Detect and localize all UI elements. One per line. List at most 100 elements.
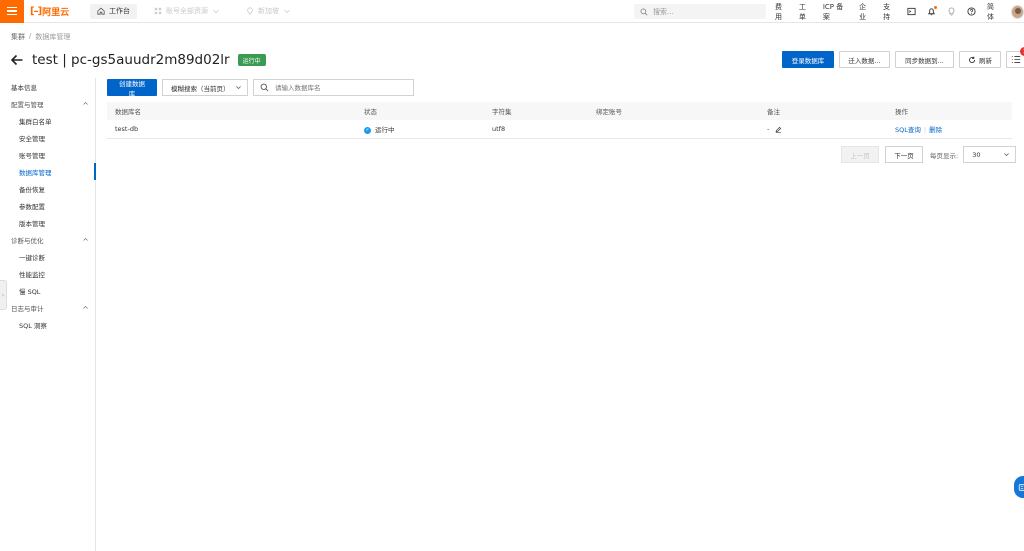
sidebar-item-databases[interactable]: 数据库管理 xyxy=(0,163,96,180)
nav-all-resources-label: 账号全部资源 xyxy=(166,7,208,15)
sidebar-item-monitoring[interactable]: 性能监控 xyxy=(0,265,95,282)
back-arrow-icon[interactable] xyxy=(10,53,24,67)
sql-query-link[interactable]: SQL查询 xyxy=(895,126,921,134)
sidebar-group-logs[interactable]: 日志与审计 xyxy=(0,299,95,316)
sidebar-item-parameters[interactable]: 参数配置 xyxy=(0,197,95,214)
breadcrumb: 集群 / 数据库管理 xyxy=(11,32,70,42)
task-count-badge: 1 xyxy=(1020,47,1024,56)
sidebar-collapse-handle[interactable]: › xyxy=(0,280,7,310)
nav-workbench[interactable]: 工作台 xyxy=(90,3,137,19)
chevron-down-icon xyxy=(284,9,290,14)
db-name: test-db xyxy=(115,125,139,133)
breadcrumb-cluster[interactable]: 集群 xyxy=(11,32,25,42)
sidebar-group-label: 配置与管理 xyxy=(11,100,44,109)
link-enterprise[interactable]: 企业 xyxy=(859,2,872,22)
sidebar-item-label: 慢 SQL xyxy=(19,287,41,296)
logo-text: 阿里云 xyxy=(42,7,70,18)
check-circle-icon: ✓ xyxy=(364,126,371,134)
column-header-status: 状态 xyxy=(364,108,377,116)
sidebar-item-label: 性能监控 xyxy=(19,270,45,279)
chevron-up-icon xyxy=(83,101,88,105)
grid-icon xyxy=(154,7,162,15)
edit-icon[interactable] xyxy=(775,126,782,133)
nav-all-resources[interactable]: 账号全部资源 xyxy=(147,4,227,19)
page-size-value: 30 xyxy=(972,150,981,159)
sidebar-item-security[interactable]: 安全管理 xyxy=(0,129,95,146)
global-search-input[interactable]: 搜索... xyxy=(634,4,766,19)
delete-link[interactable]: 删除 xyxy=(929,126,942,134)
action-divider: | xyxy=(923,126,927,134)
sidebar-item-label: 基本信息 xyxy=(11,83,37,92)
sidebar-item-accounts[interactable]: 账号管理 xyxy=(0,146,95,163)
pagination: 上一页 下一页 每页显示: 30 xyxy=(841,146,1017,163)
link-icp[interactable]: ICP 备案 xyxy=(823,2,848,22)
sidebar-group-config[interactable]: 配置与管理 xyxy=(0,95,95,112)
sidebar-item-sql-insight[interactable]: SQL 洞察 xyxy=(0,316,95,333)
nav-region[interactable]: 新加坡 xyxy=(239,4,298,19)
column-header-name: 数据库名 xyxy=(115,108,141,116)
sidebar-item-label: 账号管理 xyxy=(19,151,45,160)
import-data-button[interactable]: 迁入数据... xyxy=(839,51,890,68)
db-status-label: 运行中 xyxy=(375,126,395,134)
prev-page-button[interactable]: 上一页 xyxy=(841,146,879,163)
column-header-remark: 备注 xyxy=(767,108,780,116)
table-row: test-db ✓ 运行中 utf8 - SQL查询 | 删除 xyxy=(107,120,1012,139)
task-list-icon xyxy=(1011,56,1021,63)
sidebar-item-basic-info[interactable]: 基本信息 xyxy=(0,78,95,95)
notification-dot xyxy=(933,6,937,9)
db-remark-value: - xyxy=(767,125,770,133)
breadcrumb-current: 数据库管理 xyxy=(35,33,71,41)
user-avatar[interactable] xyxy=(1010,4,1024,19)
tasks-button[interactable]: 1 xyxy=(1006,47,1024,68)
next-page-button[interactable]: 下一页 xyxy=(885,146,923,163)
refresh-button[interactable]: 刷新 xyxy=(959,51,1001,68)
sidebar-group-diagnosis[interactable]: 诊断与优化 xyxy=(0,231,95,248)
language-switch[interactable]: 简体 xyxy=(987,2,1000,22)
search-mode-select[interactable]: 模糊搜索（当前页） xyxy=(162,79,248,96)
page-size-label: 每页显示: xyxy=(930,151,959,160)
login-database-button[interactable]: 登录数据库 xyxy=(782,51,834,68)
db-remark: - xyxy=(767,125,895,133)
sidebar-item-label: 版本管理 xyxy=(19,219,45,228)
sidebar-group-label: 日志与审计 xyxy=(11,304,44,313)
menu-icon[interactable] xyxy=(0,0,24,23)
chevron-down-icon xyxy=(213,9,219,14)
link-billing[interactable]: 费用 xyxy=(775,2,788,22)
column-header-actions: 操作 xyxy=(895,108,908,116)
sidebar-item-label: 一键诊断 xyxy=(19,253,45,262)
link-tickets[interactable]: 工单 xyxy=(799,2,812,22)
link-support[interactable]: 支持 xyxy=(883,2,896,22)
sidebar-item-version[interactable]: 版本管理 xyxy=(0,214,95,231)
search-icon xyxy=(640,8,648,16)
refresh-label: 刷新 xyxy=(979,56,992,65)
sidebar-item-label: 集群白名单 xyxy=(19,117,52,126)
create-database-button[interactable]: 创建数据库 xyxy=(107,79,157,98)
floating-assistant-button[interactable] xyxy=(1014,476,1024,498)
chevron-down-icon xyxy=(236,86,241,90)
database-search-input[interactable] xyxy=(275,83,405,92)
location-icon xyxy=(247,7,253,15)
search-mode-value: 模糊搜索（当前页） xyxy=(171,84,230,93)
aliyun-logo[interactable]: [–] 阿里云 xyxy=(30,5,84,18)
bell-icon[interactable] xyxy=(927,6,937,16)
page-size-select[interactable]: 30 xyxy=(963,146,1017,163)
nav-region-label: 新加坡 xyxy=(258,7,279,15)
sidebar-item-label: 参数配置 xyxy=(19,202,45,211)
sync-data-button[interactable]: 同步数据到... xyxy=(895,51,954,68)
refresh-icon xyxy=(969,56,975,63)
database-search xyxy=(253,79,414,96)
sidebar-item-label: 数据库管理 xyxy=(19,168,52,177)
home-icon xyxy=(97,7,105,15)
header-actions: 登录数据库 迁入数据... 同步数据到... 刷新 1 xyxy=(782,47,1024,68)
sidebar-group-label: 诊断与优化 xyxy=(11,236,44,245)
status-badge: 运行中 xyxy=(237,54,266,66)
sidebar-item-slow-sql[interactable]: 慢 SQL xyxy=(0,282,95,299)
lightbulb-icon[interactable] xyxy=(947,7,956,16)
terminal-icon[interactable] xyxy=(907,7,916,16)
db-actions: SQL查询 | 删除 xyxy=(895,124,1012,134)
assistant-icon xyxy=(1018,483,1024,491)
sidebar-item-whitelist[interactable]: 集群白名单 xyxy=(0,112,95,129)
sidebar-item-diagnose[interactable]: 一键诊断 xyxy=(0,248,95,265)
help-icon[interactable] xyxy=(967,7,976,16)
sidebar-item-backup[interactable]: 备份恢复 xyxy=(0,180,95,197)
